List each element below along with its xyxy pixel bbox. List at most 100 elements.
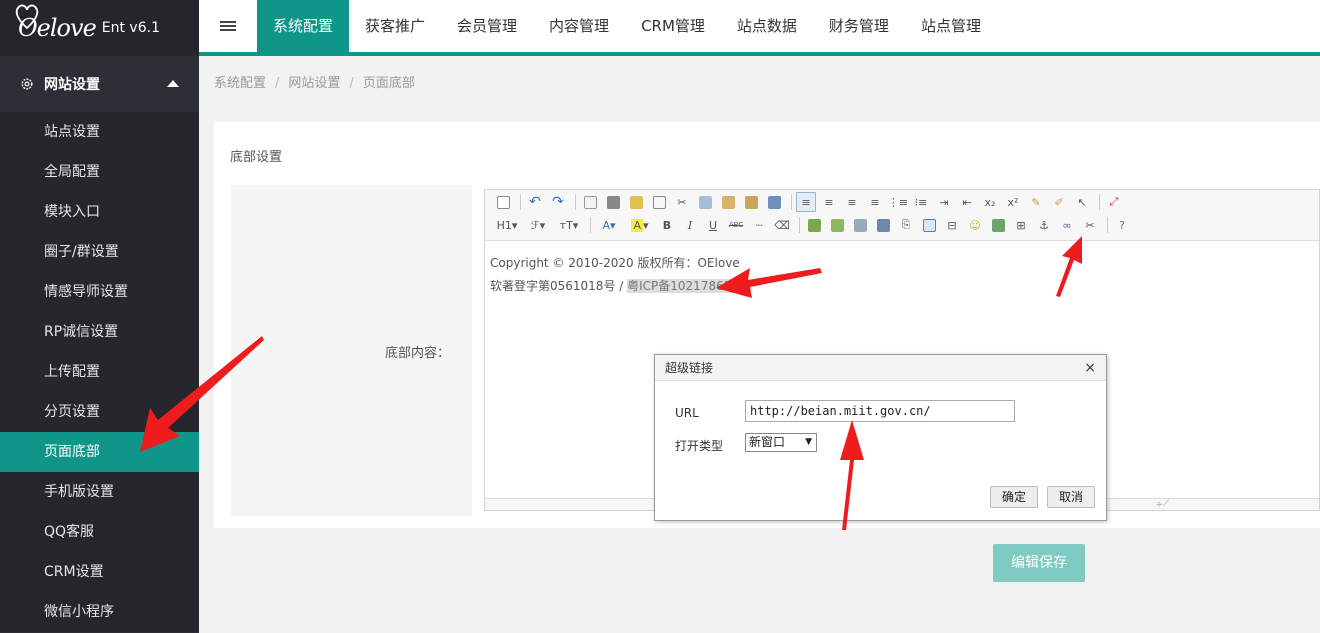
font-color-icon[interactable]: A▾	[595, 215, 623, 235]
paste-text-icon[interactable]	[741, 192, 761, 212]
toolbar-row: ↶ ↷ ✂ ≡ ≡ ≡ ≡ ⋮≡ ⁝≡ ⇥ ⇤ x₂ x² ✎ ✐ ↖ ⤢	[493, 192, 1127, 212]
image-icon[interactable]	[804, 215, 824, 235]
code-icon[interactable]	[649, 192, 669, 212]
ok-button[interactable]: 确定	[990, 486, 1038, 508]
strikethrough-icon[interactable]: ABC	[726, 215, 746, 235]
sidebar-item-paging[interactable]: 分页设置	[0, 392, 199, 432]
breadcrumb-item[interactable]: 系统配置	[214, 76, 266, 91]
sidebar-list: 站点设置 全局配置 模块入口 圈子/群设置 情感导师设置 RP诚信设置 上传配置…	[0, 112, 199, 632]
nav-crm[interactable]: CRM管理	[625, 0, 721, 52]
breadcrumb-separator: /	[275, 76, 280, 91]
font-size-icon[interactable]: ᴛT ▾	[555, 215, 583, 235]
editor-content[interactable]: Copyright © 2010-2020 版权所有：OElove 软著登字第0…	[485, 241, 1319, 309]
footer-content-label: 底部内容：	[384, 346, 450, 361]
copy-icon[interactable]	[695, 192, 715, 212]
align-left-icon[interactable]: ≡	[796, 192, 816, 212]
align-justify-icon[interactable]: ≡	[865, 192, 885, 212]
indent-icon[interactable]: ⇥	[934, 192, 954, 212]
cancel-button[interactable]: 取消	[1047, 486, 1095, 508]
sidebar-item-mobile[interactable]: 手机版设置	[0, 472, 199, 512]
sidebar-item-footer[interactable]: 页面底部	[0, 432, 199, 472]
paste-icon[interactable]	[718, 192, 738, 212]
sidebar-item-qq[interactable]: QQ客服	[0, 512, 199, 552]
media-icon[interactable]	[873, 215, 893, 235]
attachment-icon[interactable]: ⎘	[896, 215, 916, 235]
save-button[interactable]: 编辑保存	[993, 544, 1085, 582]
menu-toggle-button[interactable]	[199, 0, 257, 52]
logo-wordmark: Oelove	[15, 4, 97, 42]
selected-text: 粤ICP备10217863号	[627, 279, 744, 293]
highlight-color-icon[interactable]: A ▾	[626, 215, 654, 235]
insert-hr-icon[interactable]: ⊟	[942, 215, 962, 235]
align-right-icon[interactable]: ≡	[842, 192, 862, 212]
italic-icon[interactable]: I	[680, 215, 700, 235]
sidebar: Oelove Ent v6.1 网站设置 站点设置 全局配置 模块入口 圈子/群…	[0, 0, 199, 633]
template-icon[interactable]	[626, 192, 646, 212]
editor-toolbar: ↶ ↷ ✂ ≡ ≡ ≡ ≡ ⋮≡ ⁝≡ ⇥ ⇤ x₂ x² ✎ ✐ ↖ ⤢ H1…	[485, 190, 1319, 241]
nav-promotion[interactable]: 获客推广	[349, 0, 441, 52]
anchor-icon[interactable]: ⚓	[1034, 215, 1054, 235]
undo-icon[interactable]: ↶	[525, 192, 545, 212]
heading-icon[interactable]: H1 ▾	[493, 215, 521, 235]
sidebar-item-rp[interactable]: RP诚信设置	[0, 312, 199, 352]
sidebar-item-crm[interactable]: CRM设置	[0, 552, 199, 592]
close-icon[interactable]: ×	[1084, 355, 1096, 381]
bold-icon[interactable]: B	[657, 215, 677, 235]
align-center-icon[interactable]: ≡	[819, 192, 839, 212]
clear-format-icon[interactable]: ✎	[1026, 192, 1046, 212]
unordered-list-icon[interactable]: ⁝≡	[911, 192, 931, 212]
nav-site-data[interactable]: 站点数据	[721, 0, 813, 52]
nav-site-manage[interactable]: 站点管理	[905, 0, 997, 52]
underline-icon[interactable]: U	[703, 215, 723, 235]
dialog-header: 超级链接 ×	[655, 355, 1106, 381]
editor-line: Copyright © 2010-2020 版权所有：OElove	[490, 256, 740, 270]
superscript-icon[interactable]: x²	[1003, 192, 1023, 212]
nav-members[interactable]: 会员管理	[441, 0, 533, 52]
table-icon[interactable]	[919, 215, 939, 235]
dropdown-arrow-icon: ▼	[805, 437, 812, 447]
nav-system-config[interactable]: 系统配置	[257, 0, 350, 52]
label-column: 底部内容：	[231, 185, 472, 516]
pagebreak-icon[interactable]: ⊞	[1011, 215, 1031, 235]
fullscreen-icon[interactable]: ⤢	[1104, 192, 1124, 212]
sidebar-item-miniapp[interactable]: 微信小程序	[0, 592, 199, 632]
select-all-icon[interactable]: ↖	[1072, 192, 1092, 212]
breadcrumb-item-current: 页面底部	[362, 76, 415, 91]
font-family-icon[interactable]: ℱ ▾	[524, 215, 552, 235]
subscript-icon[interactable]: x₂	[980, 192, 1000, 212]
top-nav: 系统配置 获客推广 会员管理 内容管理 CRM管理 站点数据 财务管理 站点管理	[199, 0, 1320, 56]
logo[interactable]: Oelove Ent v6.1	[0, 0, 199, 56]
sidebar-group-site-settings[interactable]: 网站设置	[0, 56, 199, 112]
sidebar-item-modules[interactable]: 模块入口	[0, 192, 199, 232]
hr-icon[interactable]: ┈	[749, 215, 769, 235]
source-icon[interactable]	[493, 192, 513, 212]
outdent-icon[interactable]: ⇤	[957, 192, 977, 212]
unlink-icon[interactable]: ✂	[1080, 215, 1100, 235]
format-painter-icon[interactable]: ✐	[1049, 192, 1069, 212]
sidebar-item-mentor[interactable]: 情感导师设置	[0, 272, 199, 312]
paste-word-icon[interactable]	[764, 192, 784, 212]
open-type-select[interactable]: 新窗口 ▼	[745, 433, 817, 452]
nav-finance[interactable]: 财务管理	[813, 0, 905, 52]
ordered-list-icon[interactable]: ⋮≡	[888, 192, 908, 212]
sidebar-item-groups[interactable]: 圈子/群设置	[0, 232, 199, 272]
breadcrumb-item[interactable]: 网站设置	[288, 76, 340, 91]
redo-icon[interactable]: ↷	[548, 192, 568, 212]
url-input[interactable]: http://beian.miit.gov.cn/	[745, 400, 1015, 422]
hamburger-icon	[220, 19, 236, 33]
map-icon[interactable]	[988, 215, 1008, 235]
sidebar-item-upload[interactable]: 上传配置	[0, 352, 199, 392]
resize-handle-icon[interactable]: ⟋	[1163, 499, 1169, 509]
sidebar-item-global[interactable]: 全局配置	[0, 152, 199, 192]
sidebar-item-site[interactable]: 站点设置	[0, 112, 199, 152]
emoticon-icon[interactable]: ☺	[965, 215, 985, 235]
multi-image-icon[interactable]	[827, 215, 847, 235]
help-icon[interactable]: ?	[1112, 215, 1132, 235]
nav-content[interactable]: 内容管理	[533, 0, 625, 52]
preview-icon[interactable]	[580, 192, 600, 212]
flash-icon[interactable]	[850, 215, 870, 235]
eraser-icon[interactable]: ⌫	[772, 215, 792, 235]
print-icon[interactable]	[603, 192, 623, 212]
link-icon[interactable]: ∞	[1057, 215, 1077, 235]
cut-icon[interactable]: ✂	[672, 192, 692, 212]
